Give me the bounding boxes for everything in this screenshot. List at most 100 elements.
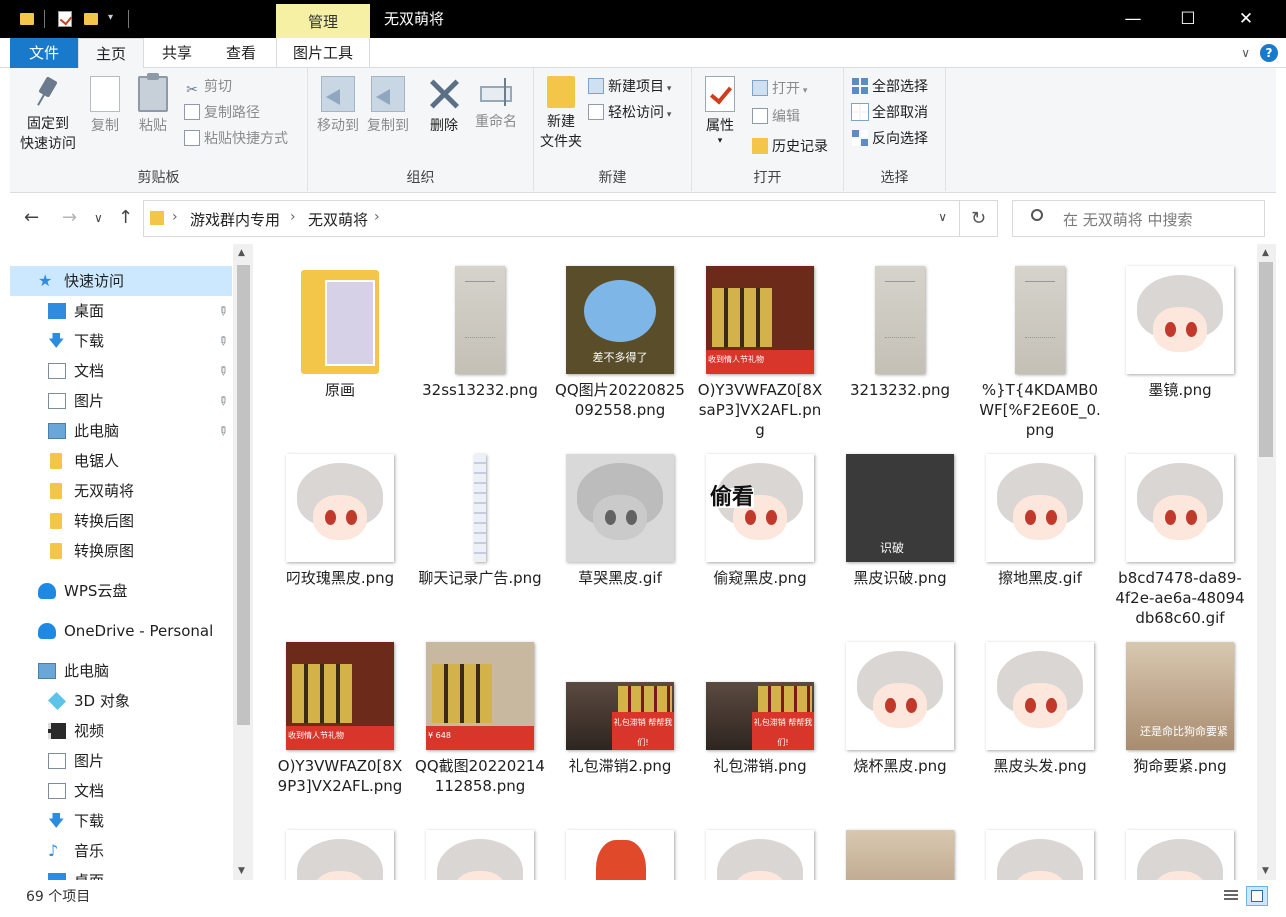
recent-locations-button[interactable]: ∨ <box>94 206 103 230</box>
forward-button[interactable]: → <box>62 206 77 230</box>
tab-share[interactable]: 共享 <box>148 38 206 68</box>
file-item[interactable]: 黑皮头发.png <box>975 636 1105 776</box>
tab-file[interactable]: 文件 <box>10 38 78 68</box>
sidebar-item[interactable]: 此电脑 ✎ <box>10 416 232 446</box>
file-item[interactable]: 聊天记录广告.png <box>415 448 545 588</box>
file-item[interactable]: 差不多得了 QQ图片20220825092558.png <box>555 260 685 420</box>
file-item[interactable]: 收到情人节礼物 O)Y3VWFAZ0[8X9P3]VX2AFL.png <box>275 636 405 796</box>
file-item[interactable]: 叼玫瑰黑皮.png <box>275 448 405 588</box>
file-item[interactable]: 还是命比狗命要紧 狗命要紧.png <box>1115 636 1245 776</box>
open-button[interactable]: 打开 ▾ <box>752 78 807 100</box>
sidebar-item[interactable]: 电锯人 <box>10 446 232 476</box>
customize-qat-icon[interactable]: ▾ <box>108 12 113 23</box>
sidebar-item[interactable]: 3D 对象 <box>10 686 232 716</box>
file-name: 叼玫瑰黑皮.png <box>285 569 395 587</box>
properties-button[interactable]: 属性 ▾ <box>700 76 740 146</box>
tab-view[interactable]: 查看 <box>210 38 272 68</box>
new-folder-quick-icon[interactable] <box>84 13 98 25</box>
clipboard-icon <box>138 73 168 112</box>
file-item[interactable]: 偷看 偷窥黑皮.png <box>695 448 825 588</box>
invert-selection-button[interactable]: 反向选择 <box>852 128 928 150</box>
sidebar-item[interactable]: 转换后图 <box>10 506 232 536</box>
sidebar-item[interactable]: 文档 ✎ <box>10 356 232 386</box>
content-scrollbar-thumb[interactable] <box>1259 262 1273 457</box>
sidebar-item[interactable]: 转换原图 <box>10 536 232 566</box>
file-item[interactable]: 墨镜.png <box>1115 260 1245 400</box>
minimize-button[interactable]: — <box>1103 0 1163 38</box>
edit-button[interactable]: 编辑 <box>752 106 800 128</box>
file-item[interactable]: 还是命比狗命要紧 <box>835 824 965 880</box>
breadcrumb-item[interactable]: 无双萌将 <box>308 209 368 230</box>
up-button[interactable]: ↑ <box>118 206 133 230</box>
details-view-button[interactable] <box>1220 886 1242 906</box>
file-item[interactable]: 识破 黑皮识破.png <box>835 448 965 588</box>
new-folder-button[interactable]: 新建 文件夹 <box>536 76 586 152</box>
paste-shortcut-button[interactable]: 粘贴快捷方式 <box>184 128 288 150</box>
file-item[interactable]: 草哭黑皮.gif <box>555 448 685 588</box>
file-item[interactable]: ¥ 648 QQ截图20220214112858.png <box>415 636 545 796</box>
search-input[interactable]: 在 无双萌将 中搜索 <box>1012 200 1265 237</box>
file-item[interactable] <box>415 824 545 880</box>
file-item[interactable]: 3213232.png <box>835 260 965 400</box>
sidebar-item[interactable]: 🡇 下载 ✎ <box>10 326 232 356</box>
address-bar[interactable]: › 游戏群内专用 › 无双萌将 › ∨ <box>143 200 960 237</box>
file-item[interactable] <box>275 824 405 880</box>
manage-context-tab[interactable]: 管理 <box>276 4 370 38</box>
back-button[interactable]: ← <box>24 206 39 230</box>
sidebar-item[interactable]: 文档 <box>10 776 232 806</box>
delete-button[interactable]: 删除 <box>424 76 464 136</box>
refresh-button[interactable]: ↻ <box>960 200 998 237</box>
sidebar-item[interactable]: WPS云盘 <box>10 576 232 606</box>
maximize-button[interactable]: ☐ <box>1158 0 1218 38</box>
properties-quick-icon[interactable] <box>58 11 72 27</box>
copy-button[interactable]: 复制 <box>84 76 126 136</box>
file-item[interactable]: 烧杯黑皮.png <box>835 636 965 776</box>
file-item[interactable]: 收到情人节礼物 O)Y3VWFAZ0[8XsaP3]VX2AFL.png <box>695 260 825 440</box>
file-item[interactable]: 礼包滞销 帮帮我们! 礼包滞销2.png <box>555 636 685 776</box>
pin-to-quick-access-button[interactable]: 固定到 快速访问 <box>14 76 82 154</box>
close-button[interactable]: ✕ <box>1216 0 1276 38</box>
nav-scrollbar-thumb[interactable] <box>237 265 250 725</box>
sidebar-item-label: 视频 <box>74 722 105 740</box>
file-item[interactable]: 礼包滞销 帮帮我们! 礼包滞销.png <box>695 636 825 776</box>
sidebar-item[interactable]: OneDrive - Personal <box>10 616 232 646</box>
sidebar-item[interactable]: 此电脑 <box>10 656 232 686</box>
select-all-button[interactable]: 全部选择 <box>852 76 928 98</box>
sidebar-item[interactable]: ♪ 音乐 <box>10 836 232 866</box>
file-item[interactable] <box>1115 824 1245 880</box>
tab-home[interactable]: 主页 <box>78 38 144 69</box>
file-item[interactable]: 32ss13232.png <box>415 260 545 400</box>
expand-ribbon-icon[interactable]: ∨ <box>1241 46 1250 60</box>
rename-button[interactable]: 重命名 <box>468 76 524 132</box>
breadcrumb-item[interactable]: 游戏群内专用 <box>190 209 280 230</box>
help-icon[interactable]: ? <box>1260 44 1278 62</box>
file-item[interactable]: 擦地黑皮.gif <box>975 448 1105 588</box>
ribbon-tab-bar: 文件 主页 共享 查看 图片工具 ∨ ? <box>0 38 1286 69</box>
sidebar-item[interactable]: 视频 <box>10 716 232 746</box>
file-item[interactable] <box>555 824 685 880</box>
sidebar-item[interactable]: 桌面 ✎ <box>10 296 232 326</box>
sidebar-item[interactable]: 图片 <box>10 746 232 776</box>
copy-to-button[interactable]: 复制到 <box>364 76 412 136</box>
move-to-button[interactable]: 移动到 <box>314 76 362 136</box>
sidebar-item[interactable]: ★ 快速访问 <box>10 266 232 296</box>
video-icon <box>48 723 66 739</box>
folder-item[interactable]: 原画 <box>275 260 405 400</box>
large-icons-view-button[interactable] <box>1246 886 1268 906</box>
file-item[interactable] <box>695 824 825 880</box>
address-dropdown-icon[interactable]: ∨ <box>938 210 947 224</box>
cut-button[interactable]: ✂ 剪切 <box>184 76 232 98</box>
easy-access-button[interactable]: 轻松访问 ▾ <box>588 102 671 124</box>
sidebar-item[interactable]: 无双萌将 <box>10 476 232 506</box>
copy-path-button[interactable]: 复制路径 <box>184 102 260 124</box>
history-button[interactable]: 历史记录 <box>752 136 828 158</box>
paste-button[interactable]: 粘贴 <box>132 73 174 136</box>
sidebar-item[interactable]: 🡇 下载 <box>10 806 232 836</box>
select-none-button[interactable]: 全部取消 <box>851 102 928 124</box>
sidebar-item[interactable]: 图片 ✎ <box>10 386 232 416</box>
file-item[interactable] <box>975 824 1105 880</box>
tab-picture-tools[interactable]: 图片工具 <box>276 38 370 68</box>
new-item-button[interactable]: 新建项目 ▾ <box>588 76 671 98</box>
file-item[interactable]: b8cd7478-da89-4f2e-ae6a-48094db68c60.gif <box>1115 448 1245 628</box>
file-item[interactable]: %}T{4KDAMB0WF[%F2E60E_0.png <box>975 260 1105 440</box>
